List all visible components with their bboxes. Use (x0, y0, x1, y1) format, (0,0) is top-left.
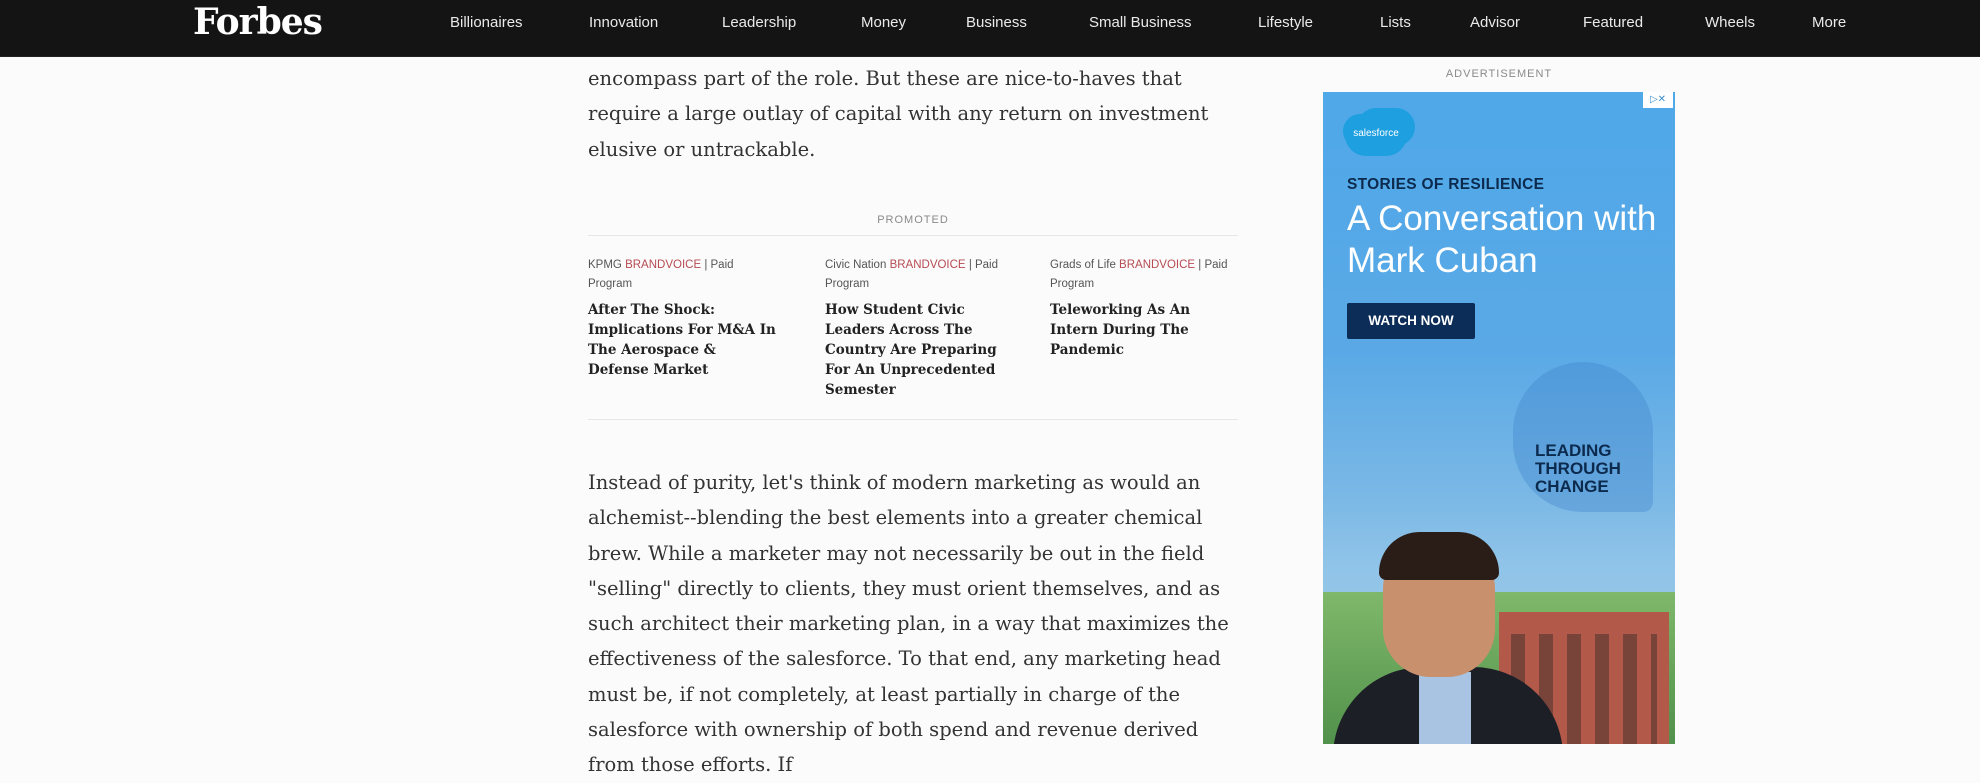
promo-title[interactable]: How Student Civic Leaders Across The Cou… (825, 300, 1020, 400)
promo-meta: KPMG BRANDVOICE | Paid Program (588, 256, 778, 294)
brandvoice-label[interactable]: BRANDVOICE (625, 259, 701, 271)
promo-brand: Civic Nation (825, 259, 887, 271)
advertisement-label: ADVERTISEMENT (1445, 68, 1553, 80)
nav-item-billionaires[interactable]: Billionaires (450, 14, 523, 31)
divider (588, 235, 1238, 236)
brandvoice-label[interactable]: BRANDVOICE (890, 259, 966, 271)
ad-kicker: STORIES OF RESILIENCE (1347, 176, 1545, 193)
salesforce-ad[interactable]: ▷✕ salesforce STORIES OF RESILIENCE A Co… (1323, 92, 1675, 744)
nav-item-small-business[interactable]: Small Business (1089, 14, 1192, 31)
promo-brand: Grads of Life (1050, 259, 1116, 271)
article-paragraph: encompass part of the role. But these ar… (588, 67, 1209, 161)
article-body-top: encompass part of the role. But these ar… (588, 61, 1238, 167)
nav-item-featured[interactable]: Featured (1583, 14, 1643, 31)
top-nav: Forbes Billionaires Innovation Leadershi… (0, 0, 1980, 57)
promo-brand: KPMG (588, 259, 622, 271)
forbes-logo[interactable]: Forbes (193, 2, 323, 42)
brandvoice-label[interactable]: BRANDVOICE (1119, 259, 1195, 271)
salesforce-logo-text: salesforce (1353, 128, 1399, 139)
nav-item-lifestyle[interactable]: Lifestyle (1258, 14, 1313, 31)
promoted-card[interactable]: Grads of Life BRANDVOICE | Paid Program … (1050, 256, 1240, 360)
ad-choices-icon[interactable]: ▷✕ (1643, 92, 1673, 108)
promoted-card[interactable]: KPMG BRANDVOICE | Paid Program After The… (588, 256, 778, 380)
nav-item-wheels[interactable]: Wheels (1705, 14, 1755, 31)
nav-item-business[interactable]: Business (966, 14, 1027, 31)
nav-item-innovation[interactable]: Innovation (589, 14, 658, 31)
promo-meta: Grads of Life BRANDVOICE | Paid Program (1050, 256, 1240, 294)
nav-item-leadership[interactable]: Leadership (722, 14, 796, 31)
nav-item-lists[interactable]: Lists (1380, 14, 1411, 31)
promoted-label: PROMOTED (877, 214, 949, 226)
article-paragraph: Instead of purity, let's think of modern… (588, 471, 1229, 777)
person-photo-shirt (1419, 672, 1471, 744)
watch-now-button[interactable]: WATCH NOW (1347, 303, 1475, 339)
nav-item-advisor[interactable]: Advisor (1470, 14, 1520, 31)
ad-tagline: LEADING THROUGH CHANGE (1535, 441, 1621, 496)
divider (588, 419, 1238, 420)
promo-meta: Civic Nation BRANDVOICE | Paid Program (825, 256, 1020, 294)
article-body-bottom: Instead of purity, let's think of modern… (588, 465, 1238, 783)
promo-title[interactable]: After The Shock: Implications For M&A In… (588, 300, 778, 380)
promoted-section: PROMOTED KPMG BRANDVOICE | Paid Program … (588, 212, 1238, 420)
nav-item-more[interactable]: More (1812, 14, 1846, 31)
promoted-card[interactable]: Civic Nation BRANDVOICE | Paid Program H… (825, 256, 1020, 400)
nav-item-money[interactable]: Money (861, 14, 906, 31)
person-photo-hair (1379, 532, 1499, 580)
promo-title[interactable]: Teleworking As An Intern During The Pand… (1050, 300, 1240, 360)
ad-headline: A Conversation with Mark Cuban (1347, 199, 1657, 280)
